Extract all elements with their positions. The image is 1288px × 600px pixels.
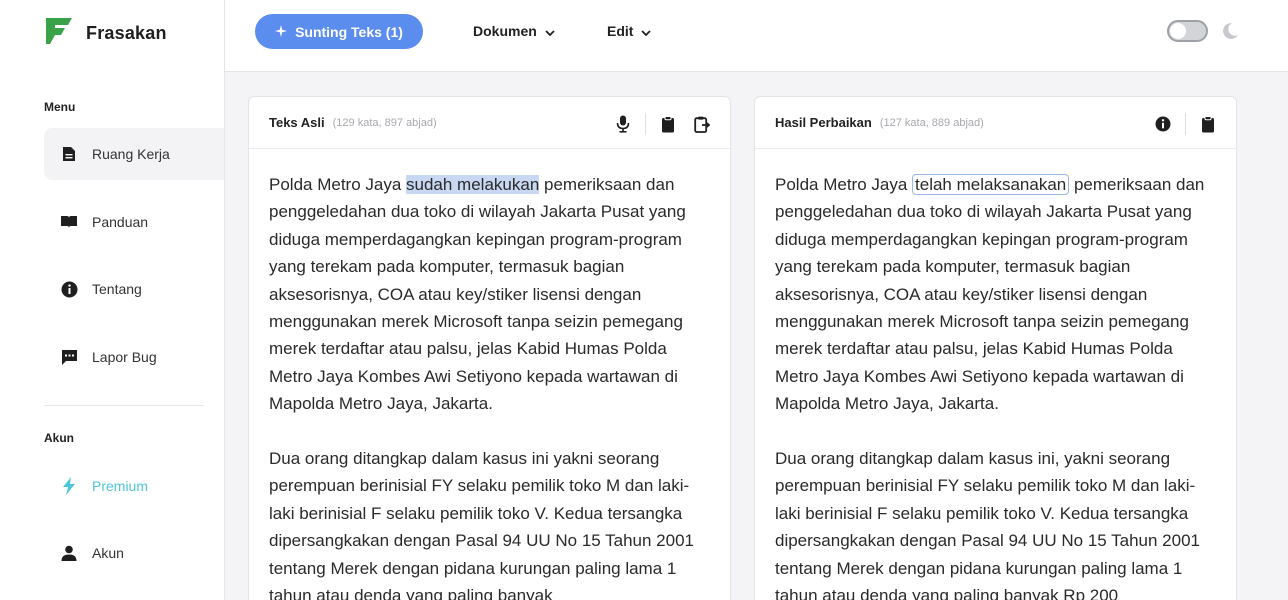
sidebar-item-label: Tentang: [92, 281, 142, 297]
sidebar-item-label: Premium: [92, 478, 149, 494]
text-segment: pemeriksaan dan penggeledahan dua toko d…: [269, 175, 686, 414]
result-panel-header: Hasil Perbaikan (127 kata, 889 abjad): [755, 97, 1236, 149]
chevron-down-icon: [641, 23, 652, 39]
sidebar: Frasakan Menu Ruang Kerja Panduan Tentan…: [0, 0, 225, 600]
sidebar-item-premium[interactable]: Premium: [44, 460, 224, 512]
result-text-panel: Hasil Perbaikan (127 kata, 889 abjad) Po…: [754, 96, 1237, 600]
original-text-panel: Teks Asli (129 kata, 897 abjad) Polda Me…: [248, 96, 731, 600]
topbar: Sunting Teks (1) Dokumen Edit: [225, 0, 1288, 72]
menu-edit-label: Edit: [607, 23, 634, 39]
book-icon: [60, 213, 78, 231]
sidebar-item-lapor-bug[interactable]: Lapor Bug: [44, 331, 224, 383]
original-panel-title: Teks Asli: [269, 115, 325, 130]
original-panel-stats: (129 kata, 897 abjad): [332, 116, 437, 129]
document-icon: [60, 145, 78, 163]
info-icon: [60, 280, 78, 298]
text-segment: Polda Metro Jaya: [269, 175, 407, 194]
theme-toggle[interactable]: [1167, 20, 1208, 42]
microphone-icon[interactable]: [613, 114, 633, 134]
clipboard-icon[interactable]: [1198, 114, 1218, 134]
sidebar-item-tentang[interactable]: Tentang: [44, 263, 224, 315]
toggle-knob: [1170, 23, 1186, 39]
menu-dokumen[interactable]: Dokumen: [473, 23, 555, 39]
account-section-label: Akun: [44, 431, 74, 445]
info-icon[interactable]: [1153, 114, 1173, 134]
original-panel-header: Teks Asli (129 kata, 897 abjad): [249, 97, 730, 149]
result-paragraph-1: Polda Metro Jaya telah melaksanakan peme…: [775, 171, 1216, 418]
header-separator: [645, 113, 646, 135]
header-separator: [1185, 113, 1186, 135]
edit-text-button-label: Sunting Teks (1): [295, 23, 403, 40]
text-segment: pemeriksaan dan penggeledahan dua toko d…: [775, 175, 1205, 414]
sidebar-item-label: Panduan: [92, 214, 149, 230]
brand[interactable]: Frasakan: [44, 16, 167, 51]
sidebar-item-label: Akun: [92, 545, 124, 561]
sidebar-item-label: Lapor Bug: [92, 349, 157, 365]
result-panel-title: Hasil Perbaikan: [775, 115, 872, 130]
highlighted-phrase[interactable]: sudah melakukan: [406, 175, 540, 194]
original-text-body[interactable]: Polda Metro Jaya sudah melakukan pemerik…: [249, 149, 730, 600]
sparkle-icon: [275, 24, 288, 40]
original-paragraph-2: Dua orang ditangkap dalam kasus ini yakn…: [269, 449, 694, 600]
text-segment: Polda Metro Jaya: [775, 175, 913, 194]
user-icon: [60, 544, 78, 562]
moon-icon[interactable]: [1220, 21, 1240, 41]
menu-section-label: Menu: [44, 100, 76, 114]
result-paragraph-2: Dua orang ditangkap dalam kasus ini, yak…: [775, 449, 1200, 600]
corrected-phrase[interactable]: telah melaksanakan: [912, 174, 1070, 195]
result-panel-stats: (127 kata, 889 abjad): [879, 116, 984, 129]
chat-alert-icon: [60, 348, 78, 366]
menu-edit[interactable]: Edit: [607, 23, 652, 39]
sidebar-divider: [44, 405, 204, 406]
chevron-down-icon: [545, 23, 555, 39]
menu-dokumen-label: Dokumen: [473, 23, 537, 39]
brand-name: Frasakan: [86, 23, 167, 43]
sidebar-item-label: Ruang Kerja: [92, 146, 170, 162]
edit-text-button[interactable]: Sunting Teks (1): [255, 14, 423, 49]
frasakan-logo-icon: [44, 16, 74, 51]
original-paragraph-1: Polda Metro Jaya sudah melakukan pemerik…: [269, 171, 710, 418]
result-text-body[interactable]: Polda Metro Jaya telah melaksanakan peme…: [755, 149, 1236, 600]
paste-icon[interactable]: [692, 114, 712, 134]
sidebar-item-akun[interactable]: Akun: [44, 527, 224, 579]
sidebar-item-panduan[interactable]: Panduan: [44, 196, 224, 248]
sidebar-item-ruang-kerja[interactable]: Ruang Kerja: [44, 128, 224, 180]
lightning-icon: [60, 477, 78, 495]
clipboard-icon[interactable]: [658, 114, 678, 134]
